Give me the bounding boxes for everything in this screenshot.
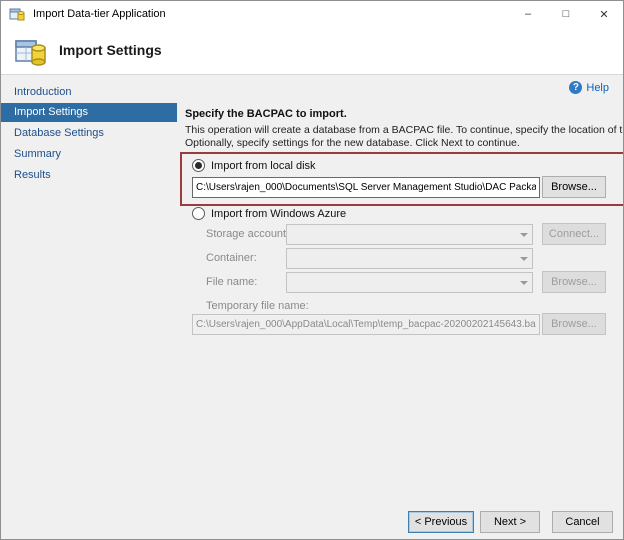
storage-account-label: Storage account: xyxy=(206,228,289,240)
app-icon xyxy=(9,6,25,22)
close-icon[interactable]: ✕ xyxy=(585,1,623,27)
nav-item-results[interactable]: Results xyxy=(1,166,177,185)
maximize-icon[interactable]: □ xyxy=(547,1,585,27)
nav-item-introduction[interactable]: Introduction xyxy=(1,83,177,102)
bacpac-path-input[interactable] xyxy=(192,177,540,198)
nav-item-database-settings[interactable]: Database Settings xyxy=(1,124,177,143)
import-data-tier-wizard-window: Import Data-tier Application – □ ✕ Impor… xyxy=(0,0,624,540)
browse-azure-button: Browse... xyxy=(542,271,606,293)
radio-import-local-disk[interactable]: Import from local disk xyxy=(192,159,316,172)
minimize-icon[interactable]: – xyxy=(509,1,547,27)
dropdown-arrow-icon xyxy=(520,281,528,285)
help-icon: ? xyxy=(569,81,582,94)
radio-unselected-icon xyxy=(192,207,205,220)
section-heading: Specify the BACPAC to import. xyxy=(185,108,347,120)
radio-selected-icon xyxy=(192,159,205,172)
previous-button[interactable]: < Previous xyxy=(408,511,474,533)
import-settings-icon xyxy=(14,35,48,67)
temporary-file-path-input xyxy=(192,314,540,335)
container-label: Container: xyxy=(206,252,257,264)
wizard-header: Import Settings xyxy=(1,27,623,75)
nav-item-summary[interactable]: Summary xyxy=(1,145,177,164)
window-title: Import Data-tier Application xyxy=(33,8,166,20)
browse-local-button[interactable]: Browse... xyxy=(542,176,606,198)
file-name-label: File name: xyxy=(206,276,257,288)
description-line-1: This operation will create a database fr… xyxy=(185,124,624,136)
help-link[interactable]: ? Help xyxy=(569,81,609,94)
file-name-combobox xyxy=(286,272,533,293)
radio-import-azure[interactable]: Import from Windows Azure xyxy=(192,207,346,220)
browse-temp-button: Browse... xyxy=(542,313,606,335)
wizard-nav-sidebar: Introduction Import Settings Database Se… xyxy=(1,75,177,539)
dropdown-arrow-icon xyxy=(520,257,528,261)
title-bar: Import Data-tier Application – □ ✕ xyxy=(1,1,623,27)
dropdown-arrow-icon xyxy=(520,233,528,237)
temporary-file-name-label: Temporary file name: xyxy=(206,300,309,312)
connect-button: Connect... xyxy=(542,223,606,245)
description-line-2: Optionally, specify settings for the new… xyxy=(185,137,520,149)
next-button[interactable]: Next > xyxy=(480,511,540,533)
radio-local-disk-label: Import from local disk xyxy=(211,160,316,172)
help-label: Help xyxy=(586,82,609,94)
radio-azure-label: Import from Windows Azure xyxy=(211,208,346,220)
storage-account-combobox xyxy=(286,224,533,245)
page-title: Import Settings xyxy=(59,42,162,58)
cancel-button[interactable]: Cancel xyxy=(552,511,613,533)
container-combobox xyxy=(286,248,533,269)
nav-item-import-settings[interactable]: Import Settings xyxy=(1,103,177,122)
